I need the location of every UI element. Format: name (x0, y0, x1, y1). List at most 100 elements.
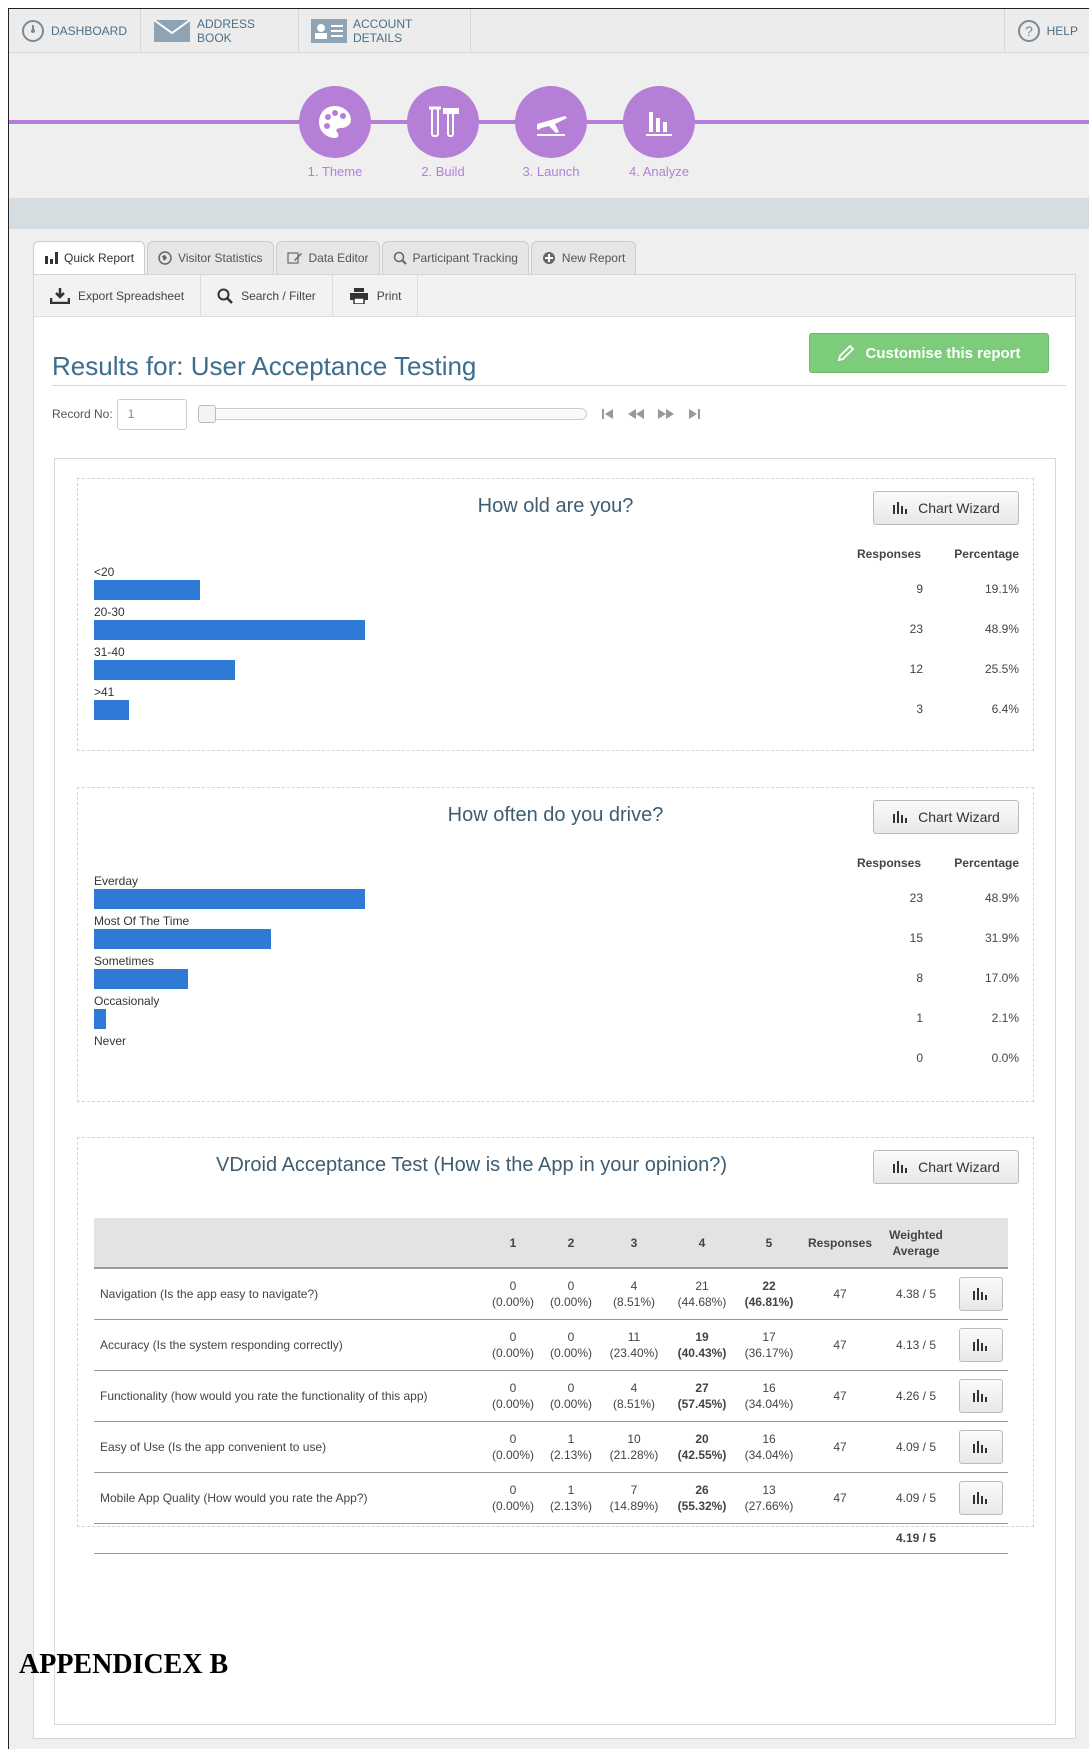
step-launch[interactable]: 3. Launch (496, 86, 606, 179)
print-label: Print (376, 288, 402, 303)
matrix-cell: 1 (2.13%) (542, 1472, 600, 1524)
cell-percent: (8.51%) (612, 1294, 656, 1309)
print-button[interactable]: Print (333, 274, 419, 317)
cell-count: 0 (567, 1329, 575, 1344)
nav-dashboard[interactable]: DASHBOARD (9, 9, 141, 53)
nav-address-book[interactable]: ADDRESS BOOK (141, 9, 299, 53)
cell-count: 16 (762, 1431, 776, 1446)
id-card-icon (311, 19, 347, 43)
last-record-icon[interactable] (687, 408, 701, 420)
row-chart-button[interactable] (959, 1480, 1003, 1515)
bar-percentage: 48.9% (984, 891, 1019, 905)
cell-percent: (0.00%) (549, 1345, 593, 1360)
matrix-cell: 20 (42.55%) (668, 1421, 736, 1473)
matrix-cell: 4 (8.51%) (600, 1268, 668, 1320)
step-theme-label: 1. Theme (307, 164, 363, 179)
search-filter-button[interactable]: Search / Filter (201, 274, 333, 317)
export-label: Export Spreadsheet (78, 288, 185, 303)
col-responses: Responses (856, 547, 921, 561)
chart-wizard-icon (893, 502, 908, 514)
nav-help[interactable]: ? HELP (1003, 9, 1089, 53)
table-row: Accuracy (Is the system responding corre… (94, 1319, 1008, 1371)
nav-help-label: HELP (1046, 24, 1078, 38)
matrix-cell: 19 (40.43%) (668, 1319, 736, 1371)
cell-count: 19 (695, 1329, 709, 1344)
chart-wizard-button[interactable]: Chart Wizard (873, 800, 1019, 834)
nav-account-details[interactable]: ACCOUNT DETAILS (299, 9, 471, 53)
row-chart-button[interactable] (959, 1327, 1003, 1362)
cell-count: 4 (630, 1278, 638, 1293)
row-chart-button[interactable] (959, 1378, 1003, 1413)
cell-percent: (0.00%) (491, 1294, 535, 1309)
tab-new-report-label: New Report (561, 251, 626, 265)
bar (94, 620, 365, 640)
table-row: Navigation (Is the app easy to navigate?… (94, 1268, 1008, 1320)
tab-new-report[interactable]: New Report (530, 241, 637, 274)
matrix-cell: 1 (2.13%) (542, 1421, 600, 1473)
matrix-header-1: 1 (484, 1218, 542, 1269)
tab-visitor-statistics[interactable]: Visitor Statistics (147, 241, 274, 274)
bar-label: 31-40 (94, 645, 125, 659)
customise-report-button[interactable]: Customise this report (809, 333, 1049, 373)
step-build[interactable]: 2. Build (388, 86, 498, 179)
step-launch-label: 3. Launch (522, 164, 580, 179)
record-nav-arrows (601, 408, 701, 420)
record-navigator: Record No: (52, 398, 701, 430)
chart-wizard-button[interactable]: Chart Wizard (873, 1150, 1019, 1184)
cell-percent: (2.13%) (549, 1447, 593, 1462)
tab-quick-report-label: Quick Report (64, 251, 135, 265)
table-row: Easy of Use (Is the app convenient to us… (94, 1421, 1008, 1473)
export-spreadsheet-button[interactable]: Export Spreadsheet (34, 274, 202, 317)
matrix-question: Mobile App Quality (How would you rate t… (94, 1472, 484, 1524)
record-number-input[interactable] (116, 398, 187, 430)
pencil-icon (838, 344, 855, 362)
cell-count: 1 (567, 1482, 575, 1497)
report-tabs: Quick Report Visitor Statistics Data Edi… (33, 241, 637, 274)
matrix-header-4: 4 (668, 1218, 736, 1269)
chart-wizard-button[interactable]: Chart Wizard (873, 491, 1019, 525)
matrix-cell: 27 (57.45%) (668, 1370, 736, 1422)
matrix-total-blank (954, 1523, 1008, 1554)
title-divider (52, 385, 1066, 386)
cell-percent: (0.00%) (549, 1396, 593, 1411)
matrix-cell: 13 (27.66%) (736, 1472, 802, 1524)
bar (94, 969, 189, 989)
slider-handle[interactable] (197, 405, 216, 423)
matrix-weighted-average: 4.38 / 5 (878, 1268, 954, 1320)
record-slider[interactable] (197, 405, 587, 423)
first-record-icon[interactable] (601, 408, 615, 420)
matrix-header-2: 2 (542, 1218, 600, 1269)
col-percentage: Percentage (954, 856, 1019, 870)
step-analyze[interactable]: 4. Analyze (604, 86, 714, 179)
matrix-total-blank (542, 1523, 600, 1554)
bar-responses: 9 (916, 582, 923, 596)
cell-percent: (40.43%) (677, 1345, 727, 1360)
next-record-icon[interactable] (657, 408, 675, 420)
matrix-cell: 0 (0.00%) (484, 1319, 542, 1371)
cell-percent: (34.04%) (744, 1396, 794, 1411)
matrix-question: Easy of Use (Is the app convenient to us… (94, 1421, 484, 1473)
chart-wizard-icon (973, 1389, 987, 1402)
matrix-chart-cell (954, 1370, 1008, 1422)
matrix-cell: 11 (23.40%) (600, 1319, 668, 1371)
chart-wizard-label: Chart Wizard (918, 1159, 1000, 1175)
step-analyze-label: 4. Analyze (629, 164, 689, 179)
row-chart-button[interactable] (959, 1276, 1003, 1311)
tab-participant-tracking[interactable]: Participant Tracking (381, 241, 529, 274)
bar-responses: 8 (916, 971, 923, 985)
matrix-cell: 0 (0.00%) (484, 1421, 542, 1473)
cell-percent: (0.00%) (549, 1294, 593, 1309)
previous-record-icon[interactable] (627, 408, 645, 420)
bar-responses: 12 (909, 662, 923, 676)
bar-row: 31-40 12 25.5% (94, 645, 1019, 685)
matrix-question: Accuracy (Is the system responding corre… (94, 1319, 484, 1371)
cell-percent: (46.81%) (744, 1294, 794, 1309)
tab-data-editor[interactable]: Data Editor (275, 241, 380, 274)
row-chart-button[interactable] (959, 1429, 1003, 1464)
bar (94, 889, 365, 909)
customise-label: Customise this report (865, 344, 1021, 362)
tab-data-editor-label: Data Editor (308, 251, 369, 265)
tab-quick-report[interactable]: Quick Report (33, 241, 146, 274)
step-theme[interactable]: 1. Theme (280, 86, 390, 179)
matrix-responses: 47 (802, 1370, 878, 1422)
